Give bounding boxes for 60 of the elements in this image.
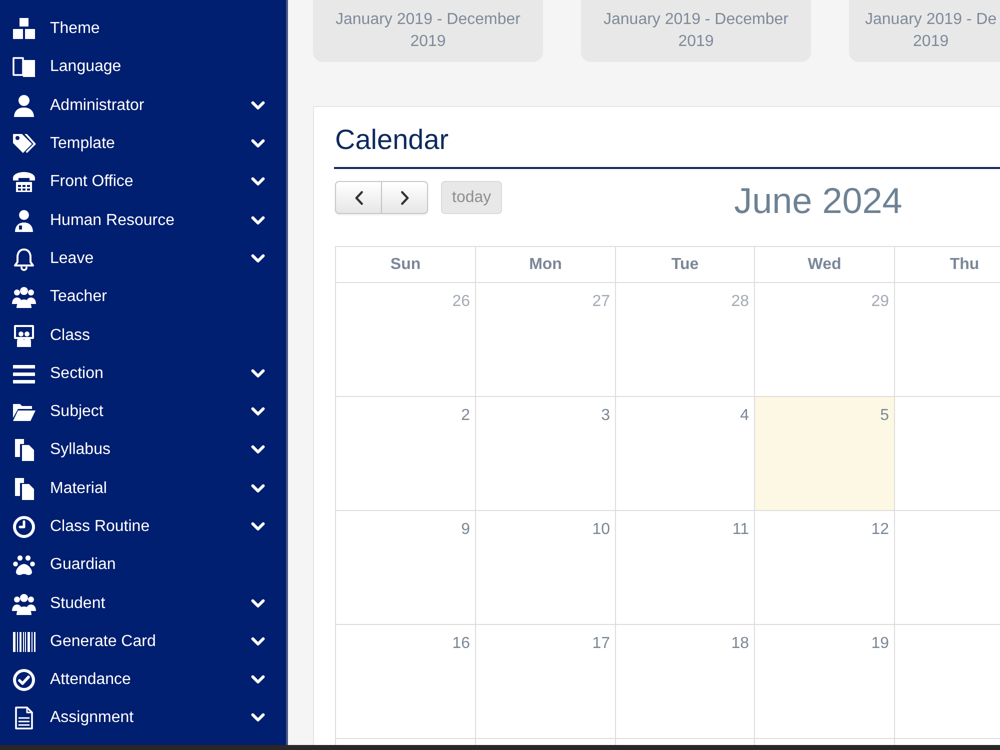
- sidebar-item[interactable]: Guardian: [0, 546, 286, 584]
- barcode-icon: [12, 630, 36, 654]
- day-cell: 3: [475, 396, 615, 510]
- sidebar-item[interactable]: Syllabus: [0, 431, 286, 470]
- users-icon: [12, 592, 36, 616]
- sidebar-item[interactable]: Subject: [0, 392, 286, 432]
- sidebar-item[interactable]: Human Resource: [0, 201, 286, 240]
- sidebar-item[interactable]: Administrator: [0, 86, 286, 125]
- bell-icon: [12, 246, 36, 271]
- sidebar-item[interactable]: Theme: [0, 10, 286, 48]
- previous-button[interactable]: [335, 181, 382, 214]
- day-cell: 12: [754, 510, 894, 624]
- day-cell: 2: [335, 396, 475, 510]
- sidebar-item[interactable]: Language: [0, 48, 286, 87]
- period-card: January 2019 - December 2019: [313, 0, 543, 62]
- day-cell: 27: [475, 282, 615, 396]
- sidebar-item[interactable]: Section: [0, 354, 286, 393]
- next-button[interactable]: [382, 181, 428, 214]
- sidebar-item[interactable]: Assignment: [0, 699, 286, 738]
- day-cell: 17: [475, 624, 615, 738]
- chevron-left-icon: [354, 190, 362, 204]
- phone-icon: [12, 170, 36, 194]
- day-cell: 16: [335, 624, 475, 738]
- files-icon: [12, 476, 36, 501]
- person-badge-icon: [12, 208, 36, 233]
- day-cell: 28: [615, 282, 754, 396]
- day-cell: 9: [335, 510, 475, 624]
- sidebar-item[interactable]: Leave: [0, 240, 286, 278]
- sidebar-item[interactable]: Template: [0, 124, 286, 164]
- paw-icon: [12, 553, 36, 578]
- user-icon: [12, 94, 36, 118]
- files-icon: [12, 438, 36, 462]
- sidebar-item[interactable]: Generate Card: [0, 622, 286, 662]
- sidebar-item[interactable]: Front Office: [0, 163, 286, 202]
- sidebar-item[interactable]: Attendance: [0, 661, 286, 700]
- pages-icon: [12, 55, 36, 80]
- clock-icon: [12, 515, 36, 539]
- chevron-right-icon: [400, 190, 408, 204]
- period-card: January 2019 - December 2019: [581, 0, 811, 62]
- sidebar-item[interactable]: Student: [0, 584, 286, 623]
- check-circle-icon: [12, 668, 36, 692]
- users-icon: [12, 285, 36, 310]
- day-cell: 10: [475, 510, 615, 624]
- day-cell: 29: [754, 282, 894, 396]
- classroom-icon: [12, 324, 36, 348]
- day-cell: 4: [615, 396, 754, 510]
- day-cell: 5: [754, 396, 894, 510]
- day-cell: 18: [615, 624, 754, 738]
- document-icon: [12, 706, 36, 730]
- sidebar-item[interactable]: Material: [0, 470, 286, 508]
- blocks-icon: [12, 17, 36, 42]
- sidebar-item[interactable]: Class: [0, 316, 286, 355]
- day-cell: 11: [615, 510, 754, 624]
- panel-title: Calendar: [335, 123, 450, 157]
- period-card: January 2019 - De 2019: [849, 0, 1000, 62]
- month-title: June 2024: [734, 181, 902, 221]
- sidebar-item[interactable]: Class Routine: [0, 508, 286, 546]
- day-cell: 19: [754, 624, 894, 738]
- day-cell: 26: [335, 282, 475, 396]
- sidebar-item[interactable]: Teacher: [0, 278, 286, 316]
